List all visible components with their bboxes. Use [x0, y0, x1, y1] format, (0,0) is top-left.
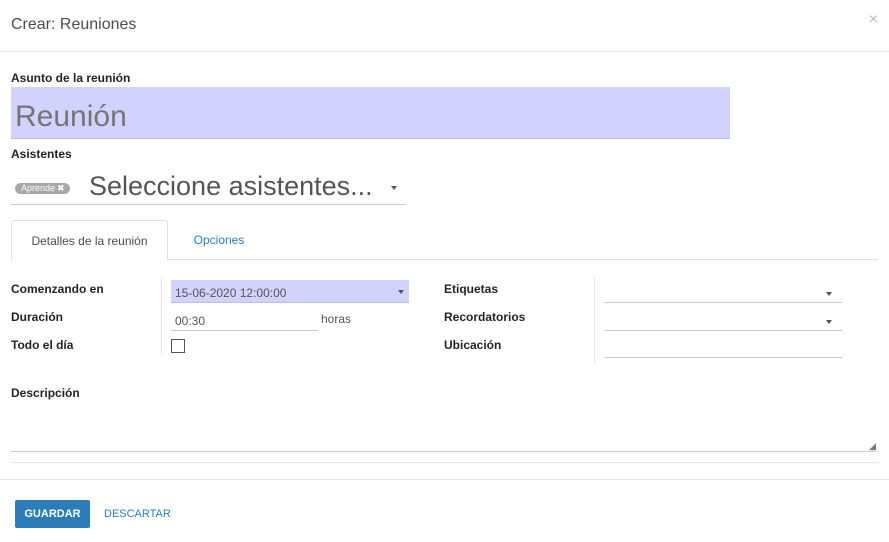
- attendee-tag-label: Aprende: [21, 183, 56, 193]
- description-textarea[interactable]: [11, 410, 878, 452]
- caret-down-icon[interactable]: [398, 290, 404, 294]
- attendee-tag: Aprende ✖: [15, 183, 70, 194]
- reminders-select[interactable]: [604, 309, 842, 331]
- allday-checkbox[interactable]: [171, 339, 185, 353]
- caret-down-icon[interactable]: [826, 292, 832, 296]
- close-icon[interactable]: ×: [869, 12, 878, 28]
- tab-options[interactable]: Opciones: [168, 220, 270, 260]
- location-input[interactable]: [604, 336, 842, 358]
- tags-select[interactable]: [604, 281, 842, 303]
- column-divider: [161, 278, 162, 355]
- tab-meeting-details[interactable]: Detalles de la reunión: [11, 220, 168, 261]
- subject-label: Asunto de la reunión: [11, 71, 131, 85]
- attendees-label: Asistentes: [11, 147, 72, 161]
- caret-down-icon[interactable]: [391, 186, 397, 190]
- footer-divider: [0, 479, 889, 480]
- column-divider: [594, 278, 595, 364]
- start-datetime-input[interactable]: [171, 280, 409, 303]
- duration-unit: horas: [321, 312, 352, 326]
- modal-header: Crear: Reuniones ×: [0, 0, 889, 52]
- start-label: Comenzando en: [11, 282, 104, 296]
- attendees-field[interactable]: Aprende ✖: [11, 165, 406, 205]
- resize-grip-icon[interactable]: ◢: [869, 442, 876, 451]
- tab-bar: Detalles de la reunión Opciones: [11, 220, 878, 261]
- subject-input[interactable]: [11, 87, 730, 139]
- location-label: Ubicación: [444, 338, 502, 352]
- description-label: Descripción: [11, 386, 80, 400]
- attendees-input[interactable]: [89, 169, 379, 203]
- modal-title: Crear: Reuniones: [11, 16, 137, 33]
- allday-label: Todo el día: [11, 338, 74, 352]
- divider: [11, 462, 878, 463]
- save-button[interactable]: GUARDAR: [15, 500, 90, 528]
- tags-label: Etiquetas: [444, 282, 499, 296]
- duration-input[interactable]: [171, 309, 318, 331]
- reminders-label: Recordatorios: [444, 310, 526, 324]
- tag-remove-icon[interactable]: ✖: [57, 183, 65, 193]
- discard-button[interactable]: DESCARTAR: [104, 500, 171, 528]
- duration-label: Duración: [11, 310, 64, 324]
- caret-down-icon[interactable]: [826, 320, 832, 324]
